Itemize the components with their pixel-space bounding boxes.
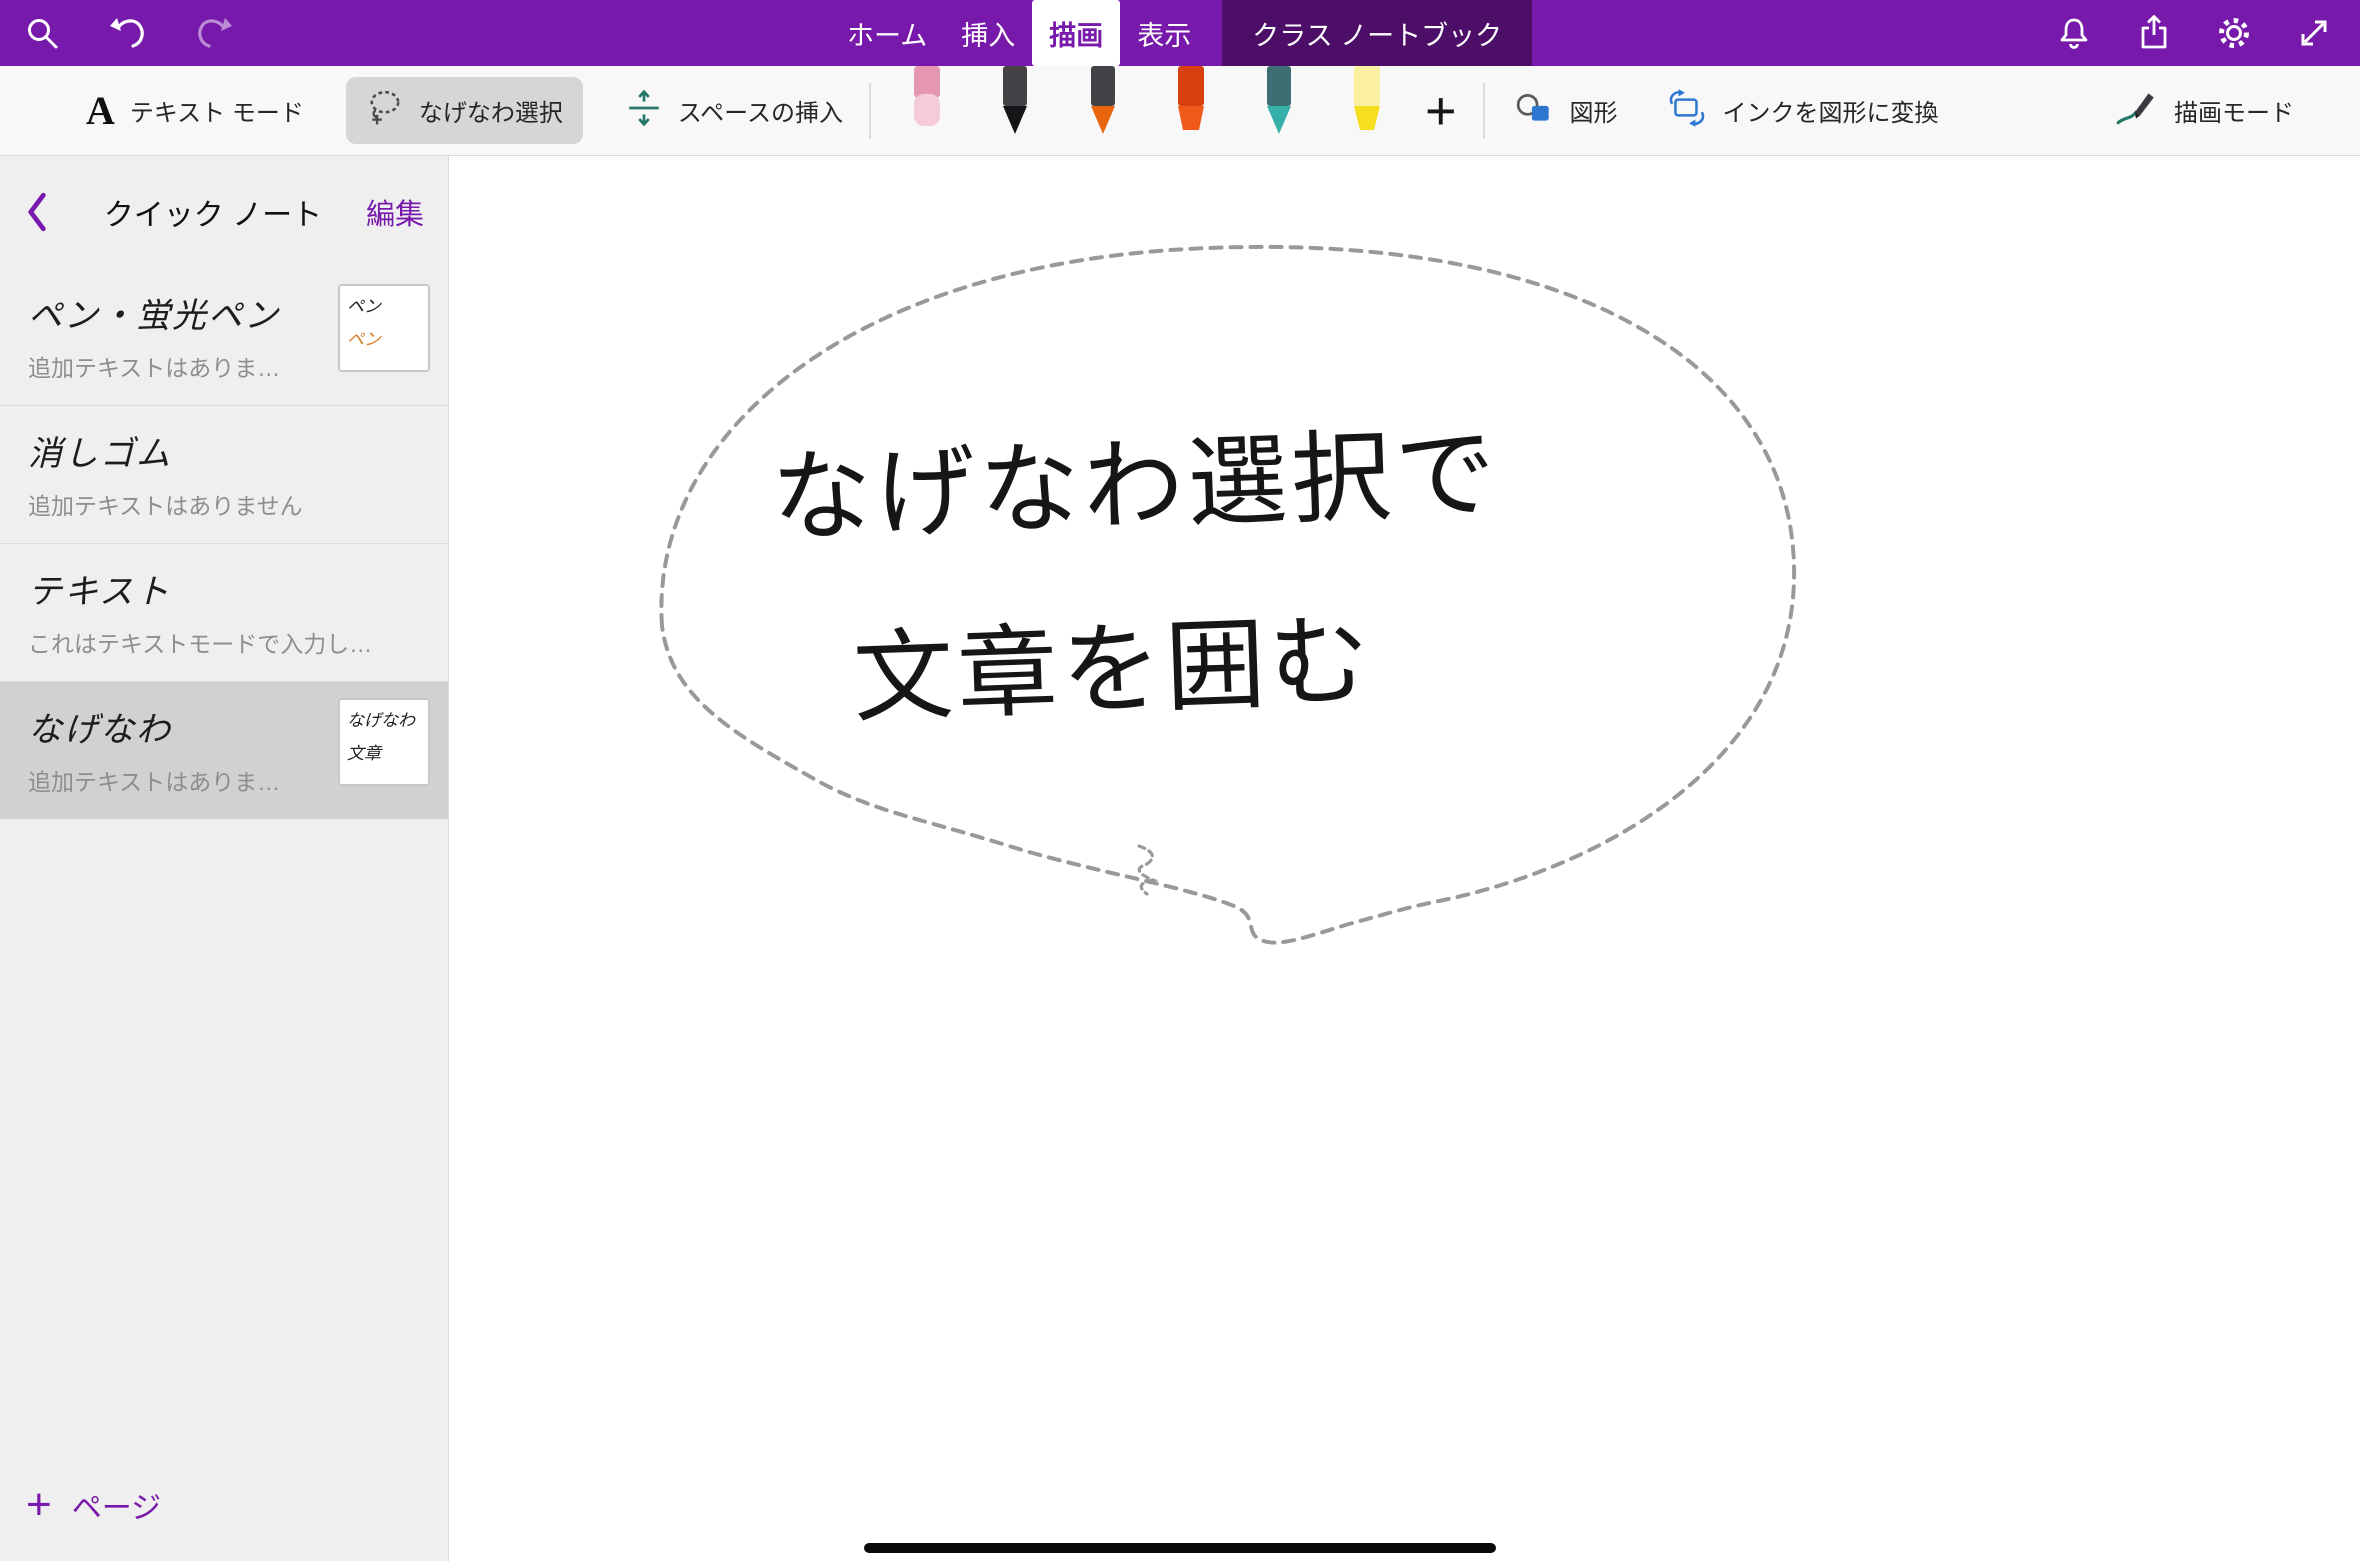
- shapes-button[interactable]: 図形: [1515, 90, 1618, 131]
- tab-insert[interactable]: 挿入: [944, 0, 1032, 66]
- thumbnail-ink-line: 文章: [347, 739, 421, 764]
- insert-space-label: スペースの挿入: [678, 93, 843, 128]
- page-title: テキスト: [28, 564, 422, 613]
- eraser-tool[interactable]: [905, 66, 949, 145]
- add-page-label: ページ: [72, 1483, 161, 1527]
- insert-space-icon: [625, 89, 663, 132]
- pen-black[interactable]: [993, 66, 1037, 147]
- draw-mode-pen-icon: [2115, 89, 2159, 132]
- page-subtitle: これはテキストモードで入力し…: [28, 625, 422, 659]
- fullscreen-expand-icon[interactable]: [2294, 13, 2334, 53]
- sidebar-header: クイック ノート 編集: [0, 156, 448, 268]
- lasso-icon: [366, 89, 404, 132]
- lasso-selection-outline: [449, 156, 2360, 1561]
- text-mode-icon: A: [86, 87, 115, 134]
- thumbnail-ink-line: ペン: [347, 292, 421, 317]
- tab-view[interactable]: 表示: [1120, 0, 1208, 66]
- settings-gear-icon[interactable]: [2214, 13, 2254, 53]
- page-list-sidebar: クイック ノート 編集 ペン・蛍光ペン 追加テキストはありま… ペン ペン 消し…: [0, 156, 449, 1561]
- insert-space-button[interactable]: スペースの挿入: [625, 89, 843, 132]
- ink-to-shape-label: インクを図形に変換: [1723, 93, 1939, 128]
- pen-teal[interactable]: [1257, 66, 1301, 147]
- thumbnail-ink-line: なげなわ: [347, 706, 421, 731]
- back-chevron-icon[interactable]: [24, 190, 60, 234]
- page-thumbnail: なげなわ 文章: [338, 698, 430, 786]
- tab-class-notebook[interactable]: クラス ノートブック: [1222, 0, 1532, 66]
- ribbon-tabs: ホーム 挿入 描画 表示 クラス ノートブック: [830, 0, 1532, 66]
- add-pen-button[interactable]: +: [1425, 84, 1457, 138]
- redo-icon[interactable]: [194, 13, 234, 53]
- topbar-right-actions: [2054, 0, 2360, 66]
- highlighter-yellow[interactable]: [1345, 66, 1389, 147]
- marker-red[interactable]: [1169, 66, 1213, 147]
- shapes-label: 図形: [1570, 93, 1618, 128]
- drawing-canvas[interactable]: なげなわ選択で 文章を囲む: [449, 156, 2360, 1561]
- ink-to-shape-button[interactable]: インクを図形に変換: [1666, 89, 1939, 132]
- plus-icon: +: [26, 1483, 52, 1527]
- draw-mode-label: 描画モード: [2174, 93, 2294, 128]
- text-mode-label: テキスト モード: [130, 93, 304, 128]
- page-list-item-text[interactable]: テキスト これはテキストモードで入力し…: [0, 543, 448, 681]
- pen-orange[interactable]: [1081, 66, 1125, 147]
- ink-to-shape-icon: [1666, 89, 1708, 132]
- page-list-item-pen[interactable]: ペン・蛍光ペン 追加テキストはありま… ペン ペン: [0, 268, 448, 405]
- top-app-bar: ホーム 挿入 描画 表示 クラス ノートブック: [0, 0, 2360, 66]
- edit-button[interactable]: 編集: [366, 191, 424, 233]
- drawing-toolbar: A テキスト モード なげなわ選択 スペースの挿入: [0, 66, 2360, 156]
- shapes-icon: [1515, 90, 1555, 131]
- handwritten-ink-line-2: 文章を囲む: [851, 579, 1376, 742]
- handwritten-ink-line-1: なげなわ選択で: [769, 391, 1502, 561]
- tab-home[interactable]: ホーム: [830, 0, 944, 66]
- notifications-bell-icon[interactable]: [2054, 13, 2094, 53]
- onenote-app: ホーム 挿入 描画 表示 クラス ノートブック A テキスト モード: [0, 0, 2360, 1561]
- home-indicator-bar[interactable]: [864, 1543, 1496, 1553]
- undo-icon[interactable]: [108, 13, 148, 53]
- thumbnail-ink-line: ペン: [347, 325, 421, 350]
- topbar-left-actions: [0, 0, 234, 66]
- lasso-select-button[interactable]: なげなわ選択: [346, 77, 583, 144]
- lasso-select-label: なげなわ選択: [419, 93, 563, 128]
- text-mode-button[interactable]: A テキスト モード: [86, 87, 304, 134]
- page-list-item-eraser[interactable]: 消しゴム 追加テキストはありません: [0, 405, 448, 543]
- toolbar-divider: [869, 83, 871, 139]
- page-subtitle: 追加テキストはありません: [28, 487, 422, 521]
- page-title: 消しゴム: [28, 426, 422, 475]
- search-icon[interactable]: [22, 13, 62, 53]
- add-page-button[interactable]: + ページ: [26, 1483, 161, 1527]
- share-icon[interactable]: [2134, 13, 2174, 53]
- pen-tray: [905, 66, 1389, 147]
- toolbar-divider: [1483, 83, 1485, 139]
- page-thumbnail: ペン ペン: [338, 284, 430, 372]
- tab-draw[interactable]: 描画: [1032, 0, 1120, 66]
- notebook-section-title: クイック ノート: [60, 190, 366, 234]
- draw-mode-button[interactable]: 描画モード: [2115, 89, 2294, 132]
- page-list-item-lasso[interactable]: なげなわ 追加テキストはありま… なげなわ 文章: [0, 681, 448, 819]
